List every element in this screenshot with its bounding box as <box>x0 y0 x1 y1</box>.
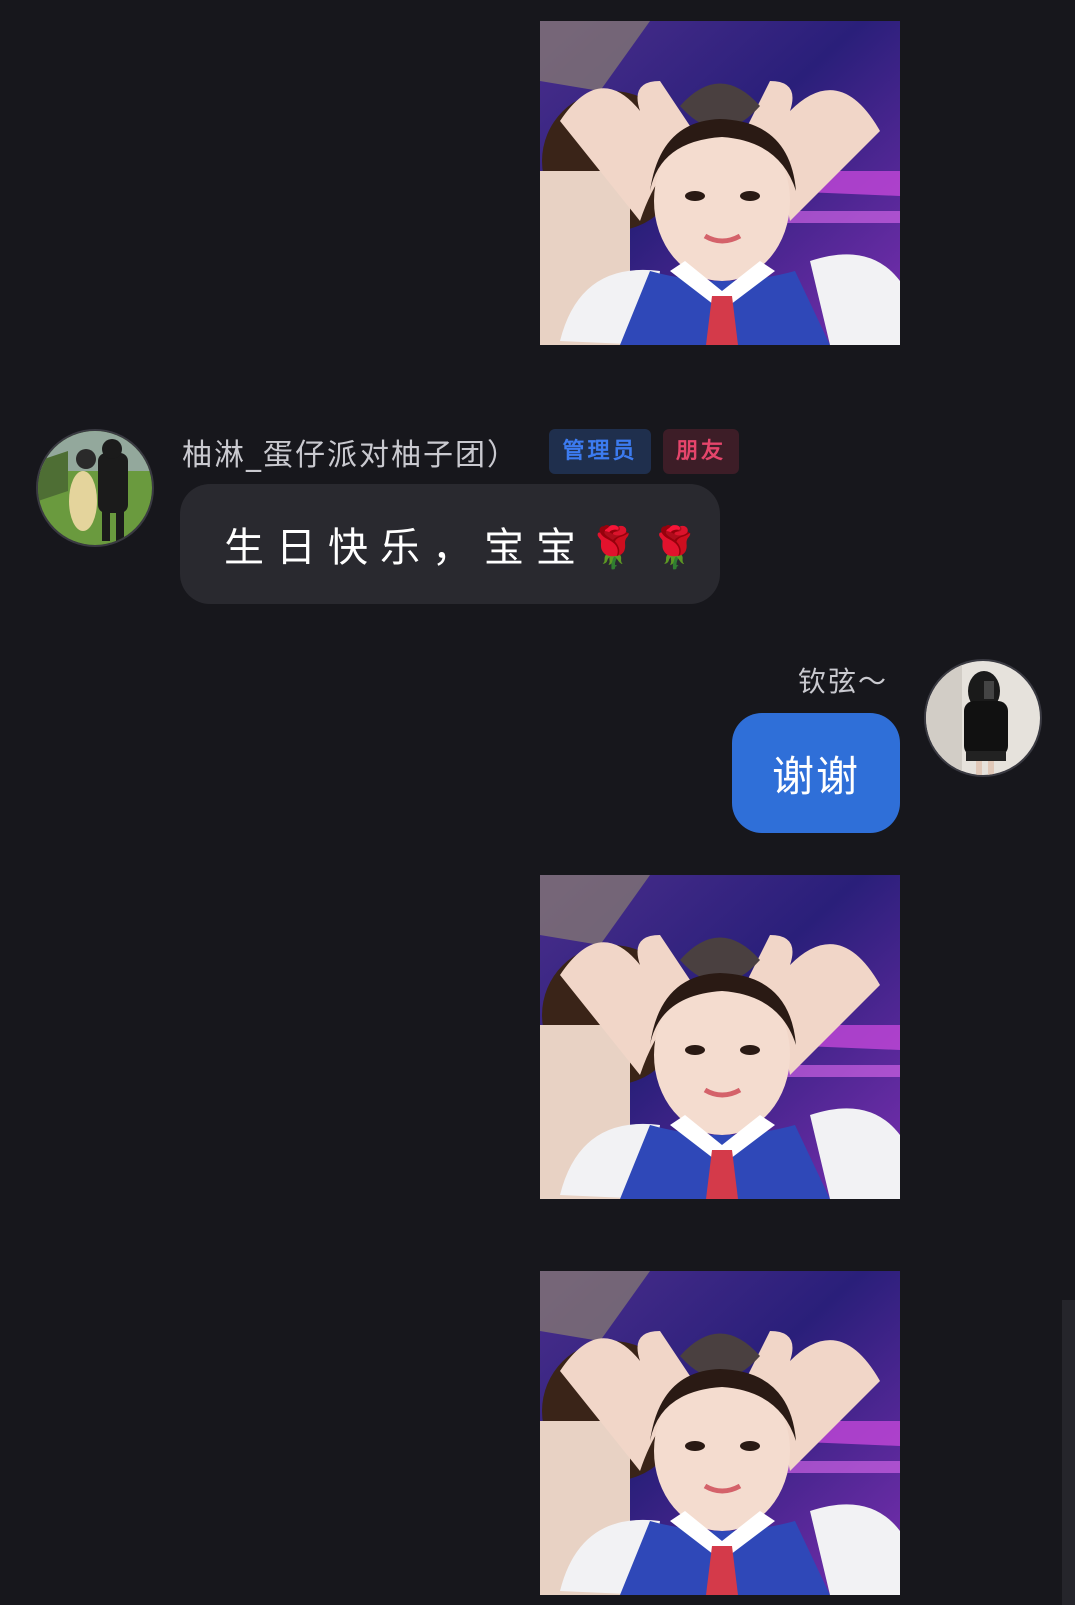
image-message[interactable] <box>540 21 900 345</box>
avatar-image <box>926 661 1040 775</box>
scrollbar[interactable] <box>1062 1300 1075 1605</box>
avatar-self[interactable] <box>924 659 1042 777</box>
sticker-image <box>540 875 900 1199</box>
outgoing-message-bubble[interactable]: 谢谢 <box>732 713 900 833</box>
self-name: 钦弦～ <box>798 665 889 698</box>
friend-badge: 朋友 <box>663 429 739 474</box>
message-text: 生日快乐，宝宝🌹🌹 <box>224 525 712 571</box>
incoming-message-bubble[interactable]: 生日快乐，宝宝🌹🌹 <box>180 484 720 604</box>
sticker-image <box>540 21 900 345</box>
image-message[interactable] <box>540 1271 900 1595</box>
sticker-image <box>540 1271 900 1595</box>
sender-name[interactable]: 柚淋_蛋仔派对柚子团） <box>182 430 519 474</box>
avatar-sender[interactable] <box>36 429 154 547</box>
admin-badge: 管理员 <box>549 429 651 474</box>
image-message[interactable] <box>540 875 900 1199</box>
message-text: 谢谢 <box>771 751 860 801</box>
avatar-image <box>38 431 152 545</box>
